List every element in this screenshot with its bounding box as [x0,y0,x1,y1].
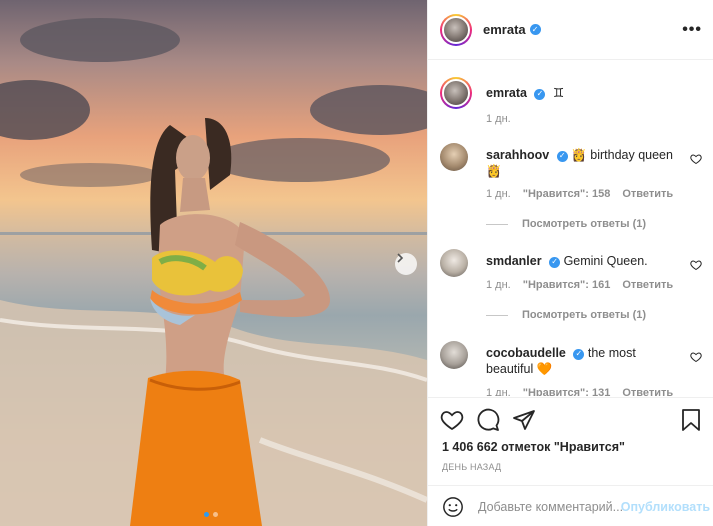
post-photo[interactable] [0,0,427,526]
comment-icon[interactable] [476,408,500,432]
view-replies-button[interactable]: Посмотреть ответы (1) [486,309,646,321]
reply-button[interactable]: Ответить [622,188,673,200]
comment-like-heart-icon[interactable] [690,153,702,165]
caption-avatar[interactable] [440,77,472,109]
bookmark-icon[interactable] [680,408,702,432]
chevron-right-icon [397,253,404,263]
heart-icon[interactable] [440,408,464,432]
comment-body: birthday queen [590,148,673,162]
comment-time[interactable]: 1 дн. [486,188,511,200]
author-username[interactable]: emrata [483,22,526,37]
verified-badge-icon: ✓ [534,88,546,100]
caption-username[interactable]: emrata [486,86,527,100]
likes-count[interactable]: 1 406 662 отметок "Нравится" [442,440,625,454]
comment-input[interactable]: Добавьте комментарий... [478,500,623,514]
verified-badge-icon: ✓ [549,256,561,268]
comment-text: cocobaudelle ✓ the most beautiful 🧡 [486,345,682,377]
add-comment-bar: Добавьте комментарий... Опубликовать [428,485,713,526]
verified-badge-icon: ✓ [529,24,541,35]
more-options-icon[interactable]: ••• [682,21,702,39]
comment-avatar[interactable] [440,249,468,277]
carousel-next-button[interactable] [395,253,417,275]
comment-likes[interactable]: "Нравится": 161 [523,279,611,291]
reply-button[interactable]: Ответить [622,387,673,396]
post-actions: 1 406 662 отметок "Нравится" ДЕНЬ НАЗАД … [428,397,713,526]
verified-badge-icon: ✓ [573,348,585,360]
comment-avatar[interactable] [440,341,468,369]
comment-item: sarahhoov ✓ 👸 birthday queen 👸 1 дн. "Нр… [440,143,702,235]
carousel-dot-active [204,512,209,517]
comment-meta: 1 дн. "Нравится": 131 Ответить [486,387,673,396]
caption-emoji: ♊ [552,86,565,100]
carousel-dot [213,512,218,517]
publish-button[interactable]: Опубликовать [621,500,710,514]
comment-text: sarahhoov ✓ 👸 birthday queen 👸 [486,147,682,179]
comment-item: cocobaudelle ✓ the most beautiful 🧡 1 дн… [440,341,702,396]
comment-likes[interactable]: "Нравится": 158 [523,188,611,200]
comment-emoji: 👸 [571,148,587,162]
comment-body: Gemini Queen. [563,254,648,268]
photo-illustration [0,18,427,526]
comment-time[interactable]: 1 дн. [486,387,511,396]
author-avatar[interactable] [440,13,472,46]
comment-text: smdanler ✓ Gemini Queen. [486,253,682,269]
caption-time[interactable]: 1 дн. [486,113,511,125]
action-icons-row [440,408,702,434]
comment-avatar[interactable] [440,143,468,171]
view-replies-button[interactable]: Посмотреть ответы (1) [486,218,646,230]
posted-ago[interactable]: ДЕНЬ НАЗАД [442,462,501,472]
comment-like-heart-icon[interactable] [690,351,702,363]
view-replies-label: Посмотреть ответы (1) [522,309,647,321]
comment-like-heart-icon[interactable] [690,259,702,271]
paper-plane-icon[interactable] [512,408,536,432]
smiley-icon[interactable] [442,496,464,518]
comment-time[interactable]: 1 дн. [486,279,511,291]
instagram-post-view: emrata ✓ ••• emrata ✓ ♊ 1 дн. sarahhoov … [0,0,713,526]
caption-meta: 1 дн. [486,113,511,125]
post-header: emrata ✓ ••• [428,0,713,60]
comment-meta: 1 дн. "Нравится": 161 Ответить [486,279,673,291]
comment-username[interactable]: cocobaudelle [486,346,566,360]
post-side-panel: emrata ✓ ••• emrata ✓ ♊ 1 дн. sarahhoov … [427,0,713,526]
comment-likes[interactable]: "Нравится": 131 [523,387,611,396]
verified-badge-icon: ✓ [556,150,568,162]
comment-username[interactable]: smdanler [486,254,542,268]
carousel-indicator [204,512,218,517]
comment-username[interactable]: sarahhoov [486,148,549,162]
comment-emoji: 👸 [486,164,502,178]
comment-emoji: 🧡 [536,362,553,376]
comments-list: emrata ✓ ♊ 1 дн. sarahhoov ✓ 👸 birthday … [428,61,713,396]
post-caption: emrata ✓ ♊ 1 дн. [440,77,702,127]
view-replies-label: Посмотреть ответы (1) [522,218,647,230]
comment-item: smdanler ✓ Gemini Queen. 1 дн. "Нравится… [440,249,702,329]
comment-meta: 1 дн. "Нравится": 158 Ответить [486,188,673,200]
reply-button[interactable]: Ответить [622,279,673,291]
